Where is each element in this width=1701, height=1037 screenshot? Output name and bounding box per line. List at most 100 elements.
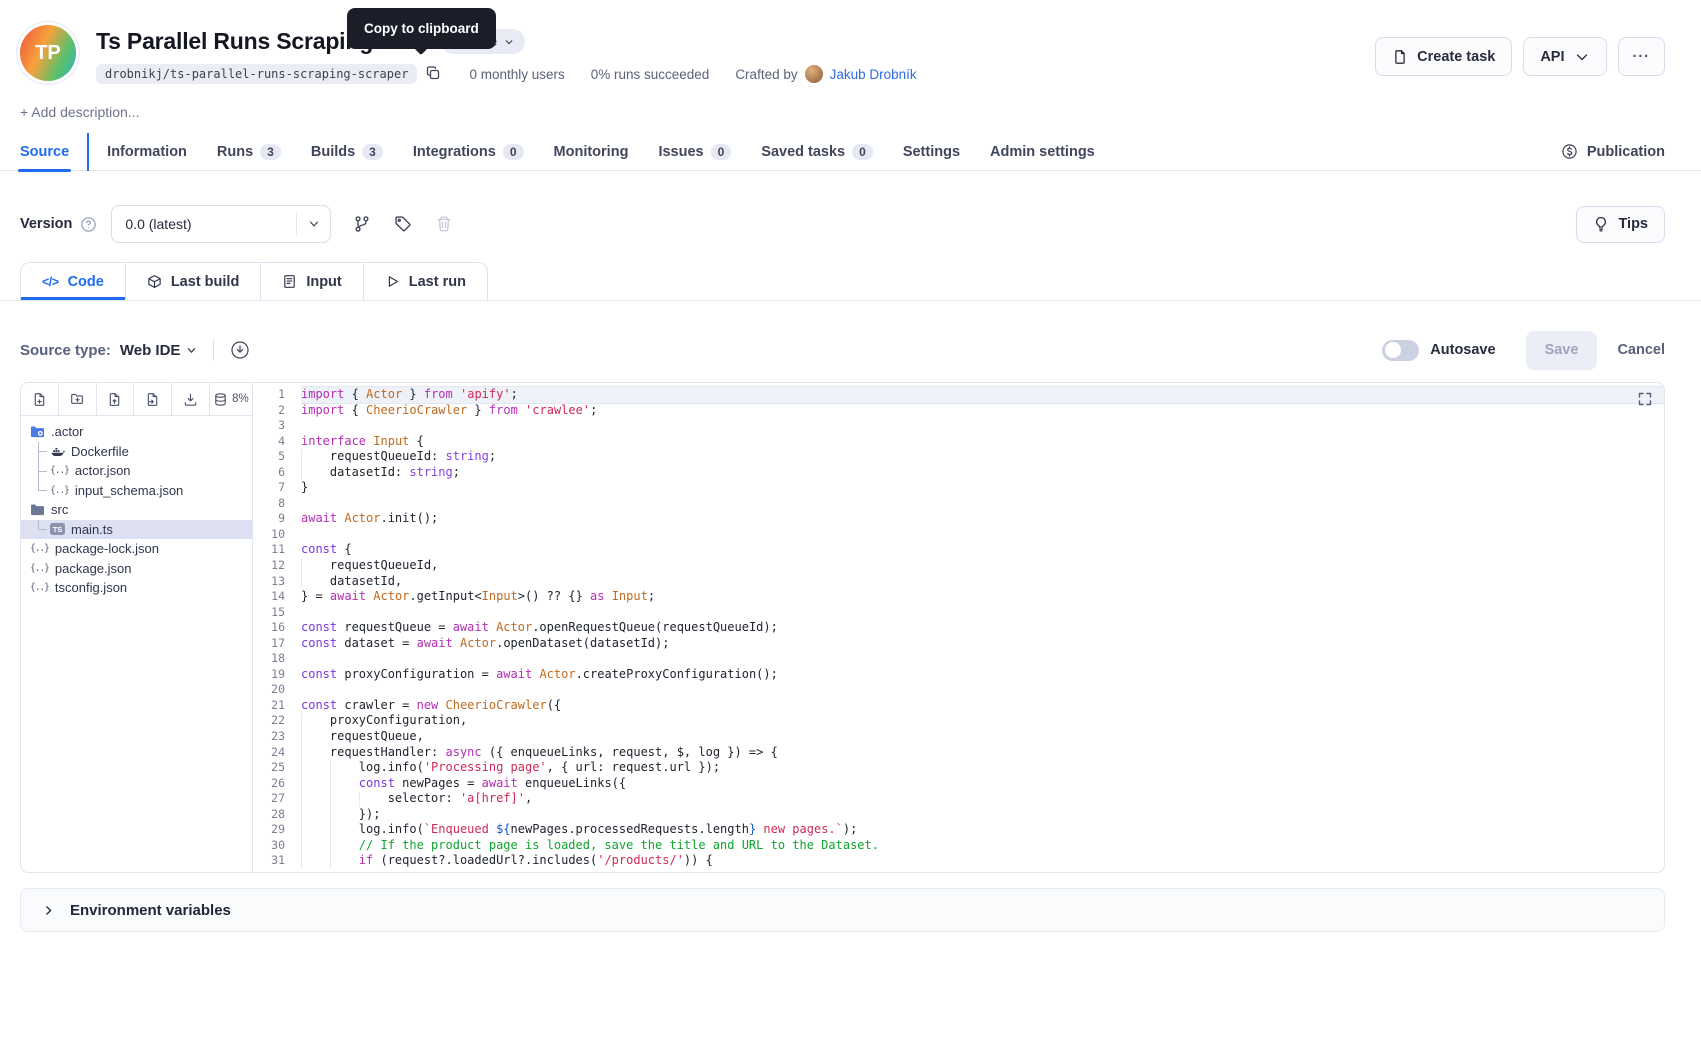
file-tree-item-actor-json[interactable]: {..}actor.json [21,461,252,481]
code-line-content: proxyConfiguration, [301,713,1664,729]
tab-builds[interactable]: Builds3 [311,133,383,171]
code-line-content [301,418,1664,434]
code-token: dataset = [337,636,416,650]
tab-information[interactable]: Information [107,133,187,171]
file-tree-item-dockerfile[interactable]: Dockerfile [21,442,252,462]
source-type-select[interactable]: Web IDE [120,342,198,359]
code-line-content [301,651,1664,667]
code-token: { [409,434,423,448]
upload-file-icon[interactable] [97,383,135,415]
file-tree-item-tsconfig-json[interactable]: {..}tsconfig.json [21,578,252,598]
code-line-content [301,496,1664,512]
code-line: 25 log.info('Processing page', { url: re… [253,760,1664,776]
code-token [453,387,460,401]
tab-monitoring[interactable]: Monitoring [554,133,629,171]
code-token: ; [453,465,460,479]
code-token: } = [301,589,330,603]
file-tree-panel: 8% .actorDockerfile{..}actor.json{..}inp… [21,383,253,872]
help-icon[interactable] [80,216,97,233]
import-file-icon[interactable] [134,383,172,415]
indent-guide [301,465,302,481]
code-line: 15 [253,605,1664,621]
version-select[interactable]: 0.0 (latest) [111,205,331,243]
code-token: as [590,589,604,603]
indent-guide [301,838,302,854]
api-button[interactable]: API [1523,37,1606,76]
code-token: Actor [496,620,532,634]
tab-source[interactable]: Source [20,133,69,171]
code-token: await [482,776,518,790]
code-line-content: const crawler = new CheerioCrawler({ [301,698,1664,714]
autosave-toggle[interactable] [1382,340,1419,361]
indent-guide [330,822,331,838]
code-editor[interactable]: 1import { Actor } from 'apify';2import {… [253,383,1664,872]
more-actions-button[interactable]: ··· [1618,37,1666,76]
code-lines: 1import { Actor } from 'apify';2import {… [253,387,1664,869]
code-token: >() ?? {} [518,589,590,603]
code-line-content [301,527,1664,543]
file-tree-item-src[interactable]: src [21,500,252,520]
code-line: 28 }); [253,807,1664,823]
code-token: const [301,667,337,681]
code-token: { [344,403,366,417]
tag-icon[interactable] [394,215,412,233]
subtab-last-run[interactable]: Last run [364,263,487,300]
tab-publication[interactable]: Publication [1561,143,1665,160]
tab-integrations[interactable]: Integrations0 [413,133,524,171]
code-token: `Enqueued [424,822,496,836]
file-tree-item-main-ts[interactable]: TSmain.ts [21,520,252,540]
tab-saved-tasks[interactable]: Saved tasks0 [761,133,873,171]
code-token: 'a[href]' [460,791,525,805]
code-token: import [301,403,344,417]
file-tree-item-package-json[interactable]: {..}package.json [21,559,252,579]
source-type-bar: Source type: Web IDE Autosave Save Cance… [20,330,1665,370]
file-tree-item-package-lock-json[interactable]: {..}package-lock.json [21,539,252,559]
tips-button[interactable]: Tips [1576,206,1665,243]
save-button[interactable]: Save [1526,331,1598,370]
new-folder-icon[interactable] [59,383,97,415]
storage-usage[interactable]: 8% [210,383,252,415]
file-tree-item-input-schema-json[interactable]: {..}input_schema.json [21,481,252,501]
document-icon [1392,49,1408,65]
code-token: .openDataset(datasetId); [496,636,669,650]
code-token: string [446,449,489,463]
code-line-content: requestQueueId: string; [301,449,1664,465]
download-icon[interactable] [172,383,210,415]
tab-settings[interactable]: Settings [903,133,960,171]
download-circle-icon[interactable] [230,340,250,360]
tab-runs[interactable]: Runs3 [217,133,281,171]
fullscreen-icon[interactable] [1637,391,1653,407]
code-token: Actor [366,387,402,401]
subtab-last-build[interactable]: Last build [126,263,261,300]
tab-admin-settings[interactable]: Admin settings [990,133,1095,171]
code-line-content: const requestQueue = await Actor.openReq… [301,620,1664,636]
code-token: datasetId: [301,465,409,479]
subtab-input[interactable]: Input [261,263,363,300]
code-token: } [467,403,489,417]
author-link[interactable]: Jakub Drobník [830,67,917,82]
code-token: , { url: request.url }); [547,760,720,774]
copy-icon[interactable] [425,65,443,83]
tab-count-badge: 0 [711,144,732,160]
git-branch-icon[interactable] [353,215,371,233]
code-token: new pages.` [756,822,843,836]
code-token: await [417,636,453,650]
subtab-code[interactable]: </>Code [21,263,126,300]
code-line-content: import { CheerioCrawler } from 'crawlee'… [301,403,1664,419]
add-description-button[interactable]: + Add description... [20,104,139,120]
line-number: 13 [253,574,301,590]
new-file-icon[interactable] [21,383,59,415]
cancel-button[interactable]: Cancel [1617,342,1665,358]
environment-variables-section[interactable]: Environment variables [20,888,1665,932]
indent-guide [301,760,302,776]
version-label: Version [20,216,72,232]
file-tree-item--actor[interactable]: .actor [21,422,252,442]
subtab-group: </>CodeLast buildInputLast run [20,262,488,300]
code-line: 11const { [253,542,1664,558]
code-token: await [453,620,489,634]
code-line-content: await Actor.init(); [301,511,1664,527]
code-token: const [301,698,337,712]
tab-issues[interactable]: Issues0 [658,133,731,171]
tab-label: Integrations [413,144,496,160]
create-task-button[interactable]: Create task [1375,37,1512,76]
